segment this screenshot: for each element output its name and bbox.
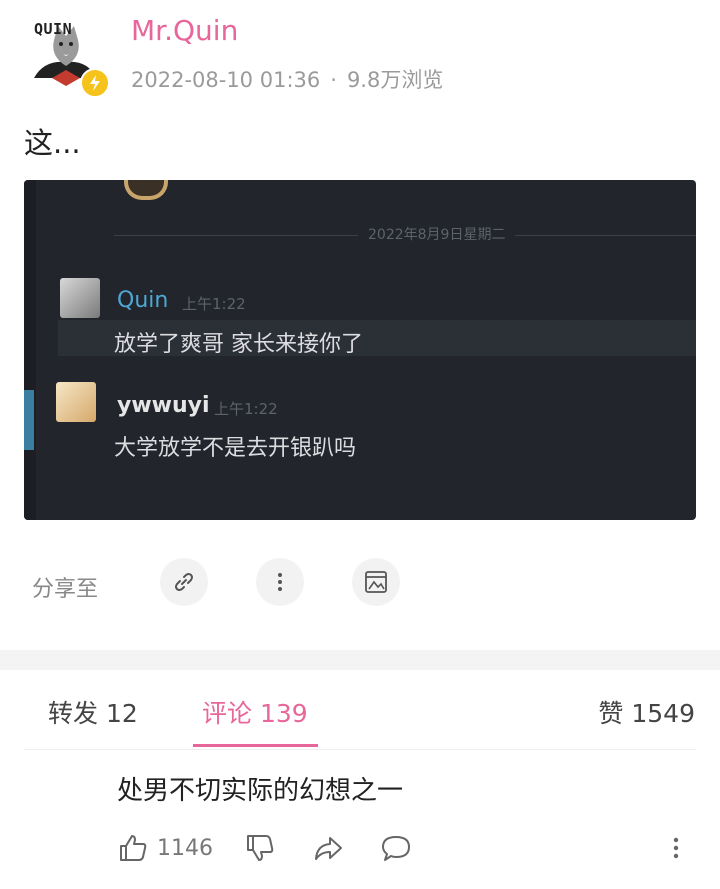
comment-more-button[interactable] — [666, 830, 686, 866]
post-text: 这... — [24, 126, 81, 160]
thumbs-up-icon — [120, 835, 147, 861]
tab-reposts[interactable]: 转发 12 — [48, 694, 138, 730]
post-image[interactable]: 2022年8月9日星期二 Quin 上午1:22 放学了爽哥 家长来接你了 yw… — [24, 180, 696, 520]
user-avatar — [56, 382, 96, 422]
comment-share-button[interactable] — [312, 830, 344, 866]
active-tab-indicator — [193, 744, 318, 747]
avatar-logo-text: QUIN — [34, 20, 73, 38]
share-arrow-icon — [315, 837, 342, 860]
comment-dislike-button[interactable] — [244, 830, 276, 866]
message-time: 上午1:22 — [214, 400, 278, 418]
more-options-button[interactable] — [256, 558, 304, 606]
message-username: Quin — [117, 288, 169, 313]
date-divider: 2022年8月9日星期二 — [358, 224, 516, 244]
image-save-icon — [365, 571, 387, 593]
section-divider — [0, 650, 720, 670]
comment-text: 处男不切实际的幻想之一 — [117, 776, 404, 806]
link-icon — [175, 573, 193, 591]
chat-sidebar — [24, 180, 36, 520]
tabs-divider — [24, 749, 696, 750]
user-avatar — [60, 278, 100, 318]
save-image-button[interactable] — [352, 558, 400, 606]
share-label: 分享至 — [32, 577, 99, 602]
author-avatar[interactable]: QUIN — [24, 16, 110, 98]
thumbs-down-icon — [247, 835, 274, 861]
speech-bubble-icon — [382, 836, 410, 861]
more-vertical-icon — [673, 837, 679, 859]
message-text: 放学了爽哥 家长来接你了 — [114, 332, 363, 357]
message-time: 上午1:22 — [182, 295, 246, 313]
chat-sidebar-decoration — [24, 390, 34, 450]
author-name[interactable]: Mr.Quin — [131, 14, 238, 47]
message-text: 大学放学不是去开银趴吗 — [114, 436, 357, 461]
comment-like-button[interactable]: 1146 — [117, 830, 213, 866]
view-count: 9.8万浏览 — [346, 68, 444, 92]
top-emoji-fragment — [124, 180, 168, 200]
copy-link-button[interactable] — [160, 558, 208, 606]
comment-reply-button[interactable] — [380, 830, 412, 866]
meta-separator: · — [330, 68, 337, 92]
tab-likes[interactable]: 赞 1549 — [598, 694, 695, 730]
verified-badge-icon — [80, 68, 110, 98]
message-username: ywwuyi — [117, 393, 210, 418]
tab-comments[interactable]: 评论 139 — [202, 694, 308, 730]
post-meta: 2022-08-10 01:36 · 9.8万浏览 — [131, 64, 443, 94]
comment-like-count: 1146 — [157, 835, 213, 861]
more-vertical-icon — [278, 573, 282, 591]
post-date: 2022-08-10 01:36 — [131, 68, 321, 92]
